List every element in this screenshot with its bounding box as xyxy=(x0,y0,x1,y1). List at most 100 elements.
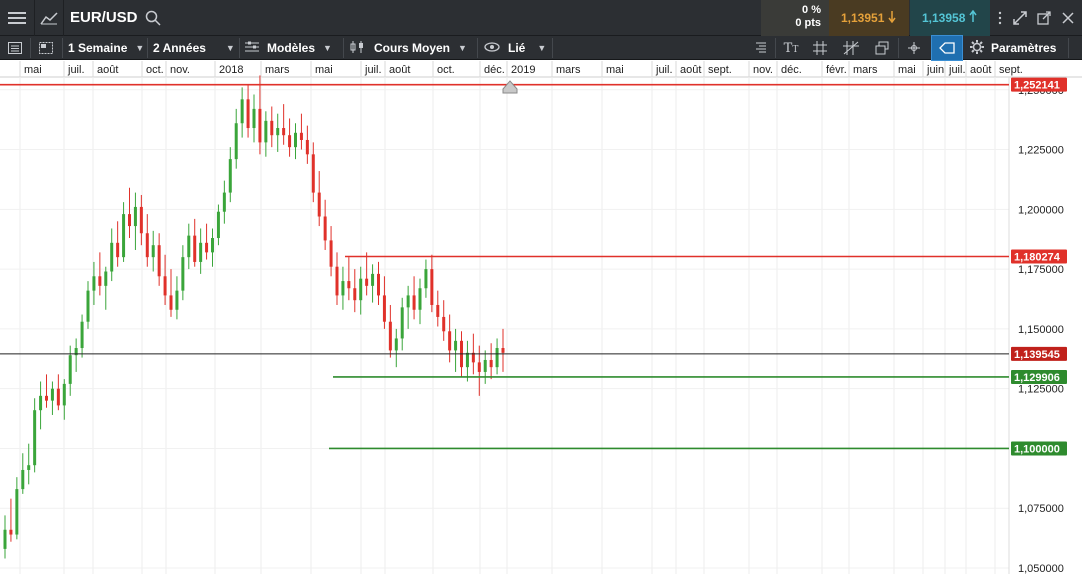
drawing-tools-icon[interactable] xyxy=(838,36,864,60)
sell-button[interactable]: 1,13951 xyxy=(829,0,909,36)
candle-body[interactable] xyxy=(282,128,286,136)
templates-dropdown[interactable]: Modèles ▼ xyxy=(245,36,332,60)
candle-body[interactable] xyxy=(394,338,398,351)
candle-body[interactable] xyxy=(299,132,303,140)
candle-body[interactable] xyxy=(424,269,428,289)
candle-body[interactable] xyxy=(400,307,404,339)
candle-body[interactable] xyxy=(3,529,7,549)
price-type-dropdown[interactable]: Cours Moyen ▼ xyxy=(350,36,467,60)
candle-body[interactable] xyxy=(388,321,392,351)
candle-body[interactable] xyxy=(454,340,458,351)
candle-body[interactable] xyxy=(228,159,232,193)
candle-body[interactable] xyxy=(15,489,19,535)
candle-body[interactable] xyxy=(305,139,309,155)
candle-body[interactable] xyxy=(50,388,54,401)
candle-body[interactable] xyxy=(181,257,185,291)
popout-icon[interactable] xyxy=(1033,0,1055,36)
candle-body[interactable] xyxy=(294,132,297,148)
candle-body[interactable] xyxy=(116,242,120,258)
list-icon[interactable] xyxy=(2,36,28,60)
candle-body[interactable] xyxy=(98,276,102,286)
candle-body[interactable] xyxy=(377,273,380,296)
candle-body[interactable] xyxy=(335,266,339,296)
price-chart[interactable]: mai juil. août oct. nov. 2018 mars mai juil. août… xyxy=(0,61,1082,574)
settings-button[interactable]: Paramètres xyxy=(970,36,1056,60)
candle-body[interactable] xyxy=(211,238,214,253)
candle-body[interactable] xyxy=(382,295,386,322)
candle-body[interactable] xyxy=(80,321,84,349)
interval-dropdown[interactable]: 1 Semaine ▼ xyxy=(68,36,144,60)
candle-body[interactable] xyxy=(187,235,191,258)
candle-body[interactable] xyxy=(9,529,13,535)
menu-icon[interactable] xyxy=(0,0,34,36)
linked-dropdown[interactable]: Lié ▼ xyxy=(484,36,546,60)
candle-body[interactable] xyxy=(317,192,321,217)
drag-handle-icon[interactable] xyxy=(991,0,1009,36)
candle-body[interactable] xyxy=(27,465,31,470)
candle-body[interactable] xyxy=(169,295,173,310)
candle-body[interactable] xyxy=(163,276,167,296)
candle-body[interactable] xyxy=(122,214,126,258)
legend-icon[interactable] xyxy=(748,36,774,60)
candle-body[interactable] xyxy=(240,99,244,124)
crosshair-icon[interactable] xyxy=(901,36,927,60)
candle-body[interactable] xyxy=(264,120,268,143)
candle-body[interactable] xyxy=(371,273,375,286)
candle-body[interactable] xyxy=(353,288,357,301)
candle-body[interactable] xyxy=(62,383,66,406)
candle-body[interactable] xyxy=(406,295,410,308)
candle-body[interactable] xyxy=(483,359,487,372)
candle-body[interactable] xyxy=(234,123,238,160)
candle-body[interactable] xyxy=(252,108,256,129)
candle-body[interactable] xyxy=(104,271,108,286)
candle-body[interactable] xyxy=(359,278,363,301)
candle-body[interactable] xyxy=(341,281,345,296)
candle-body[interactable] xyxy=(311,154,315,193)
candle-body[interactable] xyxy=(489,359,493,368)
candle-body[interactable] xyxy=(477,362,481,372)
candle-body[interactable] xyxy=(175,290,179,310)
candle-body[interactable] xyxy=(430,269,434,305)
candle-body[interactable] xyxy=(193,235,197,262)
candle-body[interactable] xyxy=(276,128,280,136)
range-dropdown[interactable]: 2 Années ▼ xyxy=(153,36,235,60)
candle-body[interactable] xyxy=(347,281,351,289)
layers-icon[interactable] xyxy=(869,36,895,60)
candle-body[interactable] xyxy=(110,242,114,272)
candle-body[interactable] xyxy=(323,216,327,241)
candle-body[interactable] xyxy=(442,316,446,332)
tag-icon[interactable] xyxy=(931,35,963,61)
grid-icon[interactable] xyxy=(807,36,833,60)
candle-body[interactable] xyxy=(86,290,90,322)
text-tool-icon[interactable]: TT xyxy=(778,36,804,60)
candle-body[interactable] xyxy=(21,469,25,490)
candle-body[interactable] xyxy=(133,206,137,227)
candle-body[interactable] xyxy=(56,388,60,406)
expand-icon[interactable] xyxy=(1009,0,1031,36)
candle-body[interactable] xyxy=(128,214,131,227)
close-icon[interactable] xyxy=(1057,0,1079,36)
candle-body[interactable] xyxy=(92,276,96,291)
candle-body[interactable] xyxy=(246,99,250,129)
candle-body[interactable] xyxy=(495,348,499,368)
candle-body[interactable] xyxy=(139,206,143,234)
candle-body[interactable] xyxy=(448,331,452,351)
candle-body[interactable] xyxy=(365,278,369,286)
candle-body[interactable] xyxy=(68,355,72,384)
candle-body[interactable] xyxy=(329,240,333,267)
layout-icon[interactable] xyxy=(33,36,59,60)
candle-body[interactable] xyxy=(216,211,220,239)
scroll-handle-icon[interactable] xyxy=(502,80,518,94)
candle-body[interactable] xyxy=(501,348,505,353)
candle-body[interactable] xyxy=(199,242,203,262)
candle-body[interactable] xyxy=(157,245,161,277)
candle-body[interactable] xyxy=(412,295,416,310)
candle-body[interactable] xyxy=(205,242,209,253)
chart-type-icon[interactable] xyxy=(35,0,63,36)
candle-body[interactable] xyxy=(222,192,226,212)
candlestick-chart[interactable]: mai juil. août oct. nov. 2018 mars mai juil. août… xyxy=(0,61,1082,574)
candle-body[interactable] xyxy=(258,108,262,143)
candle-body[interactable] xyxy=(418,288,422,310)
candle-body[interactable] xyxy=(288,135,292,148)
candle-body[interactable] xyxy=(465,352,469,368)
